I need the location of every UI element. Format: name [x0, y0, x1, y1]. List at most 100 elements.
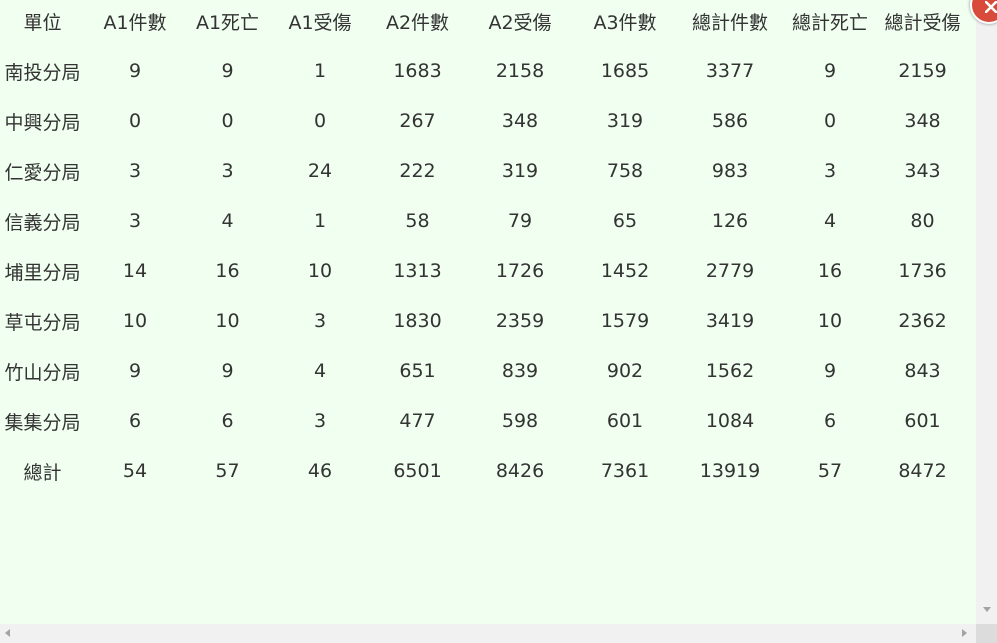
value-cell: 348	[501, 110, 539, 132]
table-body: 南投分局 9 9 1 1683 2158 1685 3377 9 2159 中興分局 0 0 0 267 34…	[0, 46, 970, 496]
value-cell: 2779	[705, 260, 755, 282]
unit-name-cell: 仁愛分局	[4, 161, 81, 184]
chevron-down-icon[interactable]	[983, 607, 991, 612]
value-cell: 126	[711, 210, 749, 232]
value-cell: 14	[122, 260, 148, 282]
unit-name-cell: 草屯分局	[4, 311, 81, 334]
column-header: A3件數	[593, 11, 657, 34]
unit-name-cell: 信義分局	[4, 211, 81, 234]
value-cell: 57	[215, 460, 240, 482]
column-header: 總計死亡	[791, 11, 868, 34]
value-cell: 9	[128, 360, 142, 382]
value-cell: 9	[823, 360, 837, 382]
value-cell: 983	[711, 160, 749, 182]
value-cell: 348	[904, 110, 941, 132]
value-cell: 3	[823, 160, 837, 182]
column-header: A1件數	[103, 11, 167, 34]
value-cell: 1	[313, 60, 327, 82]
value-cell: 9	[823, 60, 837, 82]
table-row: 竹山分局 9 9 4 651 839 902 1562 9 843	[0, 346, 970, 396]
accident-stats-table: 單位 A1件數 A1死亡 A1受傷 A2件數 A2受傷 A3件數 總計件數 總計死亡 總計受傷 南…	[0, 0, 970, 496]
header-row: 單位 A1件數 A1死亡 A1受傷 A2件數 A2受傷 A3件數 總計件數 總計死亡 總計受傷	[0, 0, 970, 46]
value-cell: 16	[215, 260, 240, 282]
column-header: 總計受傷	[884, 11, 961, 34]
column-header: A1受傷	[288, 11, 352, 34]
value-cell: 58	[405, 210, 430, 232]
value-cell: 10	[307, 260, 333, 282]
value-cell: 1736	[898, 260, 947, 282]
value-cell: 10	[817, 310, 843, 332]
chevron-right-icon[interactable]	[962, 629, 967, 637]
value-cell: 46	[307, 460, 333, 482]
unit-name-cell: 南投分局	[4, 61, 81, 84]
value-cell: 1685	[600, 60, 650, 82]
scrollbar-corner	[976, 624, 997, 643]
value-cell: 1683	[393, 60, 442, 82]
chevron-left-icon[interactable]	[5, 629, 10, 637]
value-cell: 16	[817, 260, 843, 282]
value-cell: 222	[399, 160, 436, 182]
column-header: 單位	[23, 11, 62, 34]
value-cell: 758	[606, 160, 644, 182]
value-cell: 24	[307, 160, 333, 182]
value-cell: 10	[215, 310, 240, 332]
value-cell: 2359	[495, 310, 545, 332]
value-cell: 9	[128, 60, 142, 82]
value-cell: 7361	[600, 460, 650, 482]
value-cell: 54	[122, 460, 148, 482]
value-cell: 4	[313, 360, 327, 382]
value-cell: 1726	[495, 260, 545, 282]
value-cell: 65	[612, 210, 638, 232]
value-cell: 319	[501, 160, 539, 182]
value-cell: 598	[501, 410, 539, 432]
value-cell: 6	[823, 410, 837, 432]
value-cell: 6501	[393, 460, 442, 482]
table-row: 信義分局 3 4 1 58 79 65 126 4 80	[0, 196, 970, 246]
value-cell: 843	[904, 360, 941, 382]
horizontal-scrollbar[interactable]	[0, 624, 976, 643]
value-cell: 343	[904, 160, 941, 182]
value-cell: 2158	[495, 60, 545, 82]
value-cell: 601	[606, 410, 644, 432]
value-cell: 2362	[898, 310, 947, 332]
value-cell: 3	[313, 310, 327, 332]
value-cell: 4	[221, 210, 234, 232]
vertical-scrollbar[interactable]	[976, 0, 997, 624]
value-cell: 8426	[495, 460, 545, 482]
value-cell: 651	[399, 360, 436, 382]
value-cell: 8472	[898, 460, 947, 482]
value-cell: 4	[823, 210, 837, 232]
value-cell: 9	[221, 360, 234, 382]
table-row: 中興分局 0 0 0 267 348 319 586 0 348	[0, 96, 970, 146]
column-header: A1死亡	[195, 11, 260, 34]
value-cell: 3419	[705, 310, 755, 332]
unit-name-cell: 埔里分局	[4, 261, 81, 284]
value-cell: 319	[606, 110, 644, 132]
value-cell: 2159	[898, 60, 947, 82]
value-cell: 1452	[600, 260, 650, 282]
unit-name-cell: 集集分局	[4, 411, 81, 434]
table-row: 南投分局 9 9 1 1683 2158 1685 3377 9 2159	[0, 46, 970, 96]
value-cell: 1313	[393, 260, 442, 282]
value-cell: 1579	[600, 310, 650, 332]
value-cell: 9	[221, 60, 234, 82]
value-cell: 0	[128, 110, 142, 132]
value-cell: 0	[823, 110, 837, 132]
column-header: 總計件數	[691, 11, 768, 34]
value-cell: 839	[501, 360, 539, 382]
value-cell: 3	[221, 160, 234, 182]
value-cell: 267	[399, 110, 436, 132]
value-cell: 3	[128, 210, 142, 232]
table-row: 集集分局 6 6 3 477 598 601 1084 6 601	[0, 396, 970, 446]
value-cell: 13919	[699, 460, 761, 482]
value-cell: 3	[313, 410, 327, 432]
value-cell: 79	[507, 210, 533, 232]
value-cell: 586	[711, 110, 749, 132]
unit-name-cell: 中興分局	[4, 111, 81, 134]
value-cell: 1830	[393, 310, 442, 332]
table-row: 仁愛分局 3 3 24 222 319 758 983 3 343	[0, 146, 970, 196]
column-header: A2受傷	[488, 11, 552, 34]
table-row: 埔里分局 14 16 10 1313 1726 1452 2779 16 1736	[0, 246, 970, 296]
table-header: 單位 A1件數 A1死亡 A1受傷 A2件數 A2受傷 A3件數 總計件數 總計死亡 總計受傷	[0, 0, 970, 46]
value-cell: 477	[399, 410, 436, 432]
